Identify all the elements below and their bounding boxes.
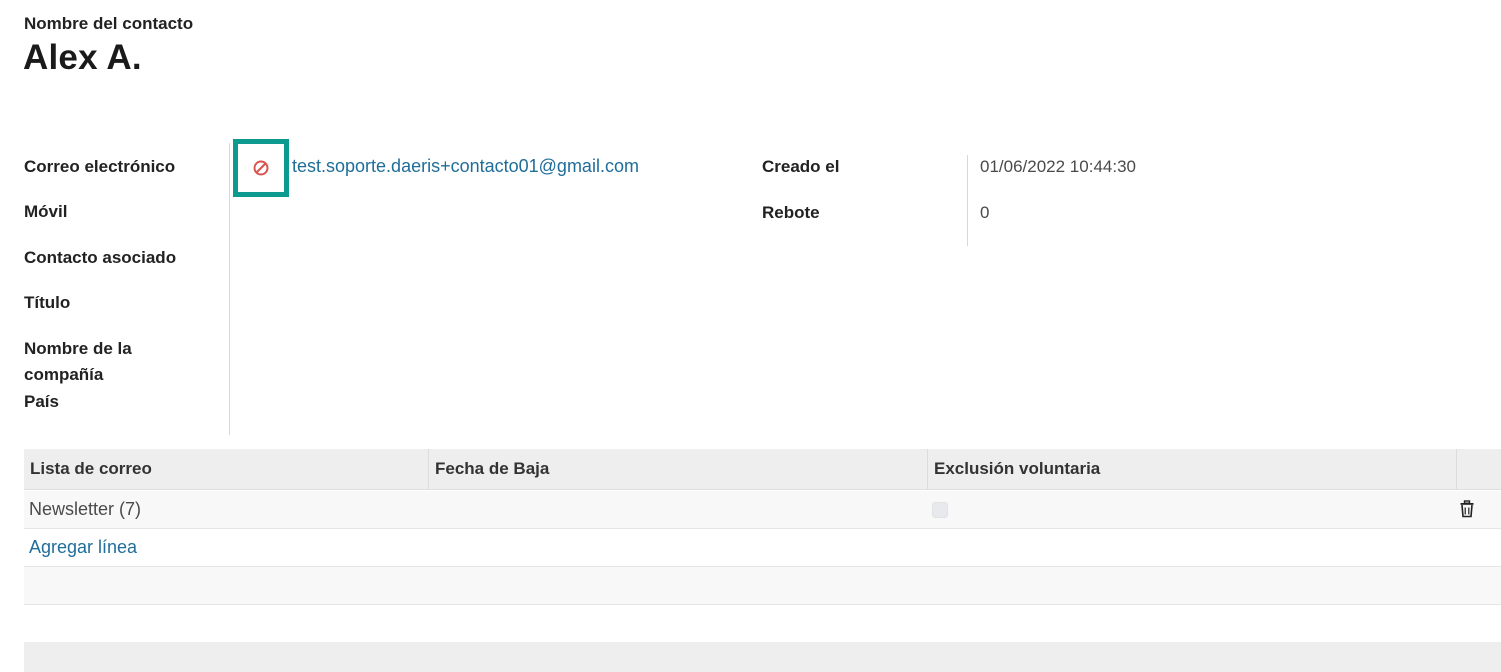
- mailing-list-table-header: Lista de correo Fecha de Baja Exclusión …: [24, 449, 1501, 490]
- add-line-row: Agregar línea: [24, 529, 1501, 567]
- column-header-mailing-list[interactable]: Lista de correo: [24, 449, 429, 489]
- empty-table-row: [24, 567, 1501, 605]
- table-row[interactable]: Newsletter (7): [24, 491, 1501, 529]
- bounce-value: 0: [980, 203, 990, 222]
- email-link[interactable]: test.soporte.daeris+contacto01@gmail.com: [292, 156, 639, 177]
- bottom-section-bar: [24, 642, 1501, 672]
- country-label: País: [24, 392, 59, 411]
- company-name-label-line2: compañía: [24, 365, 104, 384]
- column-header-unsubscription-date[interactable]: Fecha de Baja: [429, 449, 928, 489]
- contact-name-label: Nombre del contacto: [24, 14, 194, 33]
- blacklist-toggle-button[interactable]: [233, 139, 289, 197]
- bounce-label: Rebote: [762, 203, 820, 222]
- associated-contact-label: Contacto asociado: [24, 248, 177, 267]
- left-group-divider: [229, 143, 230, 435]
- mobile-label: Móvil: [24, 202, 68, 221]
- title-label: Título: [24, 293, 71, 312]
- company-name-label-line1: Nombre de la: [24, 339, 132, 358]
- ban-icon: [252, 159, 270, 177]
- right-group-divider: [967, 155, 968, 246]
- add-line-link[interactable]: Agregar línea: [29, 529, 137, 566]
- company-name-label: Nombre de la compañía: [24, 336, 132, 388]
- contact-name-value[interactable]: Alex A.: [23, 38, 142, 78]
- trash-icon[interactable]: [1459, 500, 1475, 523]
- column-header-opt-out[interactable]: Exclusión voluntaria: [928, 449, 1457, 489]
- email-label: Correo electrónico: [24, 157, 176, 176]
- created-label: Creado el: [762, 157, 840, 176]
- mailing-list-cell[interactable]: Newsletter (7): [29, 491, 141, 528]
- opt-out-checkbox[interactable]: [932, 502, 948, 518]
- created-value: 01/06/2022 10:44:30: [980, 157, 1136, 176]
